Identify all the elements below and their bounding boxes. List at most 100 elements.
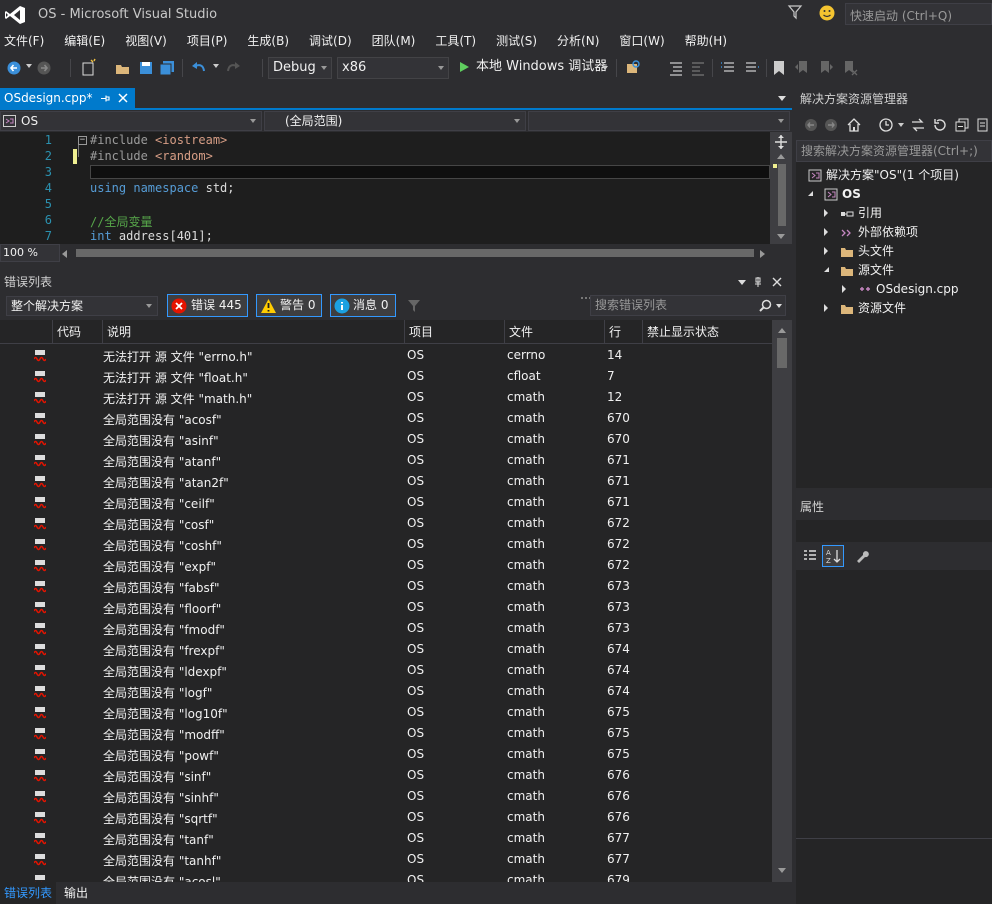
warnings-filter-toggle[interactable]: 警告 0 [256, 294, 322, 317]
editor-scroll-thumb[interactable] [778, 164, 786, 226]
alphabetical-sort-toggle[interactable]: AZ [822, 545, 844, 567]
menu-item-3[interactable]: 项目(P) [183, 30, 228, 52]
property-pages-wrench-icon[interactable] [854, 548, 870, 564]
table-row[interactable]: 无法打开 源 文件 "float.h" OS cfloat 7 [0, 366, 772, 387]
code-line[interactable]: //全局变量 [90, 213, 152, 230]
start-debugging-button[interactable]: 本地 Windows 调试器 [456, 57, 612, 79]
uncomment-lines-icon[interactable] [744, 58, 760, 78]
table-row[interactable]: 全局范围没有 "atanf" OS cmath 671 [0, 450, 772, 471]
new-project-icon[interactable] [80, 58, 98, 78]
forward-icon[interactable] [824, 118, 838, 132]
collapse-outline-icon[interactable]: − [78, 136, 87, 145]
scroll-up-arrow-icon[interactable] [778, 328, 786, 333]
show-all-files-icon[interactable] [976, 117, 990, 133]
open-file-icon[interactable] [114, 58, 132, 78]
table-row[interactable]: 全局范围没有 "log10f" OS cmath 675 [0, 702, 772, 723]
table-row[interactable]: 全局范围没有 "floorf" OS cmath 673 [0, 597, 772, 618]
error-list-scroll-thumb[interactable] [777, 338, 787, 368]
table-row[interactable]: 全局范围没有 "cosf" OS cmath 672 [0, 513, 772, 534]
menu-item-5[interactable]: 调试(D) [305, 30, 352, 52]
project-navigation-dropdown[interactable]: OS [0, 111, 262, 131]
feedback-filter-icon[interactable] [787, 4, 803, 20]
tree-collapse-icon[interactable] [808, 191, 813, 196]
scroll-right-arrow-icon[interactable] [760, 250, 765, 258]
properties-object-selector[interactable] [796, 520, 992, 542]
table-row[interactable]: 全局范围没有 "logf" OS cmath 674 [0, 681, 772, 702]
redo-icon[interactable] [224, 58, 242, 78]
solution-platform-dropdown[interactable]: x86 [337, 57, 449, 79]
zoom-level-dropdown[interactable]: 100 % [0, 244, 60, 262]
filter-dropdown-icon[interactable] [898, 123, 904, 127]
menu-item-6[interactable]: 团队(M) [368, 30, 416, 52]
bookmark-icon[interactable] [772, 58, 786, 78]
quick-launch-input[interactable]: 快速启动 (Ctrl+Q) [845, 3, 992, 25]
step-indent-icon[interactable] [668, 58, 684, 78]
send-feedback-smile-icon[interactable] [818, 4, 836, 22]
member-navigation-dropdown[interactable] [528, 111, 790, 131]
refresh-icon[interactable] [932, 117, 948, 133]
table-row[interactable]: 全局范围没有 "sinf" OS cmath 676 [0, 765, 772, 786]
menu-item-8[interactable]: 测试(S) [492, 30, 537, 52]
table-row[interactable]: 无法打开 源 文件 "math.h" OS cmath 12 [0, 387, 772, 408]
collapse-all-icon[interactable] [954, 117, 970, 133]
table-row[interactable]: 全局范围没有 "powf" OS cmath 675 [0, 744, 772, 765]
close-panel-icon[interactable] [772, 277, 782, 287]
clear-bookmarks-icon[interactable] [842, 58, 858, 78]
scroll-left-arrow-icon[interactable] [62, 250, 67, 258]
tree-expand-icon[interactable] [824, 304, 828, 312]
table-row[interactable]: 全局范围没有 "ceilf" OS cmath 671 [0, 492, 772, 513]
code-line[interactable]: #include <random> [90, 149, 213, 163]
code-line[interactable]: using namespace std; [90, 181, 235, 195]
menu-item-7[interactable]: 工具(T) [431, 30, 476, 52]
undo-dropdown-icon[interactable] [213, 64, 219, 68]
column-header-3[interactable]: 文件 [504, 320, 604, 344]
table-row[interactable]: 无法打开 源 文件 "errno.h" OS cerrno 14 [0, 345, 772, 366]
table-row[interactable]: 全局范围没有 "fabsf" OS cmath 673 [0, 576, 772, 597]
menu-item-0[interactable]: 文件(F) [0, 30, 44, 52]
find-in-files-icon[interactable] [624, 58, 642, 78]
column-header-2[interactable]: 项目 [404, 320, 504, 344]
table-row[interactable]: 全局范围没有 "coshf" OS cmath 672 [0, 534, 772, 555]
search-options-dropdown-icon[interactable] [776, 304, 782, 308]
menu-item-11[interactable]: 帮助(H) [681, 30, 727, 52]
forward-navigate-icon[interactable] [36, 58, 52, 78]
table-row[interactable]: 全局范围没有 "fmodf" OS cmath 673 [0, 618, 772, 639]
code-line[interactable]: int address[401]; [90, 229, 213, 243]
tab-error-list[interactable]: 错误列表 [0, 882, 57, 904]
table-row[interactable]: 全局范围没有 "asinf" OS cmath 670 [0, 429, 772, 450]
column-header-4[interactable]: 行 [604, 320, 642, 344]
tree-expand-icon[interactable] [824, 247, 828, 255]
errors-filter-toggle[interactable]: 错误 445 [167, 294, 248, 317]
table-row[interactable]: 全局范围没有 "frexpf" OS cmath 674 [0, 639, 772, 660]
table-row[interactable]: 全局范围没有 "tanhf" OS cmath 677 [0, 849, 772, 870]
solution-configuration-dropdown[interactable]: Debug [268, 57, 332, 79]
code-editor[interactable]: − 1 #include <iostream> 2 #include <random>… [0, 132, 770, 244]
solution-explorer-search-input[interactable]: 搜索解决方案资源管理器(Ctrl+;) [796, 140, 992, 162]
column-header-1[interactable]: 说明 [102, 320, 404, 344]
table-row[interactable]: 全局范围没有 "expf" OS cmath 672 [0, 555, 772, 576]
build-intellisense-filter-icon[interactable] [406, 298, 422, 314]
error-scope-dropdown[interactable]: 整个解决方案 [6, 296, 158, 316]
editor-vertical-scrollbar[interactable] [770, 132, 792, 244]
comment-lines-icon[interactable] [720, 58, 736, 78]
back-dropdown-icon[interactable] [26, 64, 32, 68]
tree-expand-icon[interactable] [842, 285, 846, 293]
error-search-input[interactable]: 搜索错误列表 [590, 295, 786, 316]
menu-item-4[interactable]: 生成(B) [243, 30, 289, 52]
menu-item-2[interactable]: 视图(V) [121, 30, 167, 52]
auto-hide-pin-icon[interactable] [752, 276, 764, 288]
table-row[interactable]: 全局范围没有 "tanf" OS cmath 677 [0, 828, 772, 849]
back-navigate-icon[interactable] [6, 58, 22, 78]
table-row[interactable]: 全局范围没有 "acosf" OS cmath 670 [0, 408, 772, 429]
column-header-5[interactable]: 禁止显示状态 [642, 320, 772, 344]
split-editor-icon[interactable] [773, 134, 789, 150]
next-bookmark-icon[interactable] [818, 58, 834, 78]
code-line[interactable]: #include <iostream> [90, 133, 227, 147]
tab-list-dropdown-icon[interactable] [778, 96, 786, 101]
scope-navigation-dropdown[interactable]: (全局范围) [264, 111, 526, 131]
debug-target-dropdown-icon[interactable] [602, 66, 608, 70]
menu-item-1[interactable]: 编辑(E) [60, 30, 105, 52]
back-icon[interactable] [804, 118, 818, 132]
table-row[interactable]: 全局范围没有 "atan2f" OS cmath 671 [0, 471, 772, 492]
error-list-vertical-scrollbar[interactable] [772, 320, 792, 882]
